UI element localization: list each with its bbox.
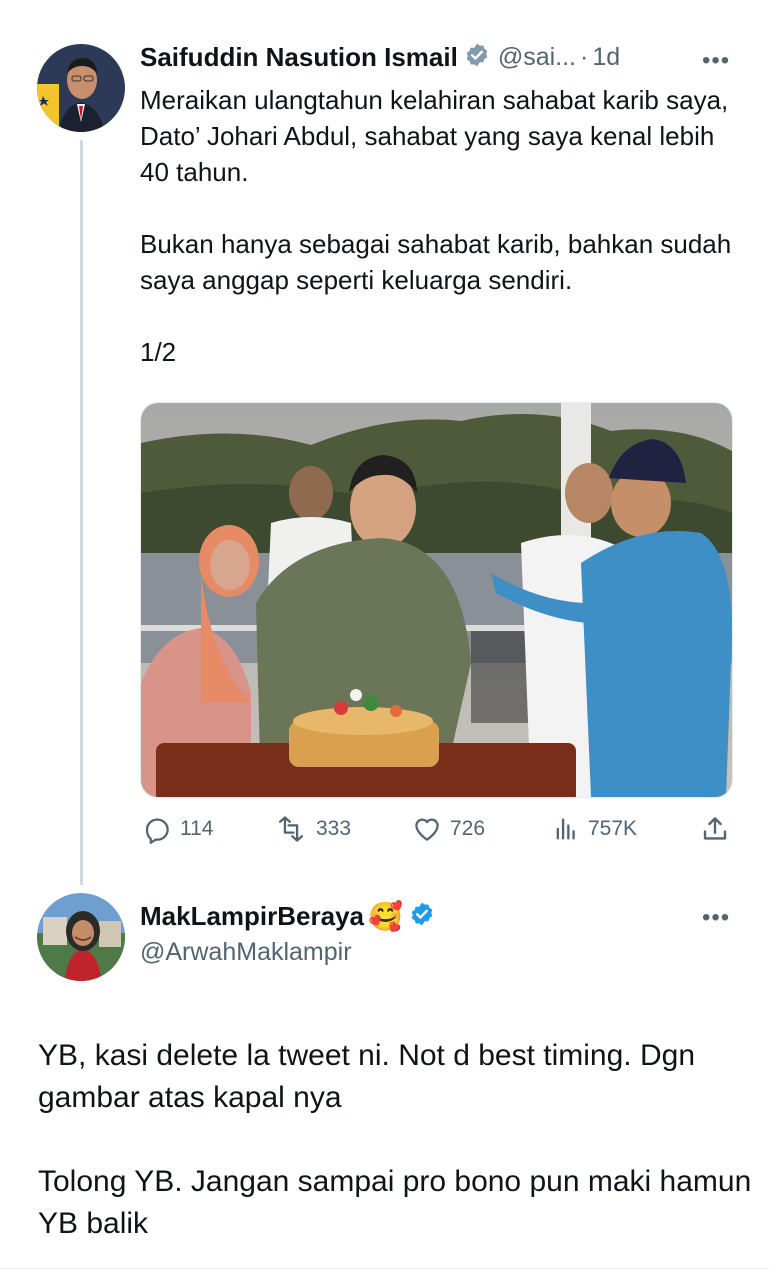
reply-display-name[interactable]: MakLampirBeraya xyxy=(140,901,364,932)
views-count: 757K xyxy=(588,817,638,840)
reply-icon xyxy=(145,818,169,844)
thread-connector-line xyxy=(80,140,83,885)
reply-header: MakLampirBeraya 🥰 xyxy=(140,900,435,933)
reply-text: YB, kasi delete la tweet ni. Not d best … xyxy=(38,1039,752,1240)
author-avatar[interactable] xyxy=(37,44,125,132)
reply-more-icon[interactable]: ••• xyxy=(702,904,730,932)
tweet-photo[interactable] xyxy=(140,402,733,798)
author-display-name[interactable]: Saifuddin Nasution Ismail xyxy=(140,42,458,73)
share-icon xyxy=(703,817,727,840)
like-button[interactable]: 726 xyxy=(412,814,485,844)
share-button[interactable] xyxy=(700,814,738,844)
tweet-timestamp[interactable]: 1d xyxy=(592,43,620,72)
reply-button[interactable]: 114 xyxy=(142,814,213,844)
views-icon xyxy=(556,818,575,840)
tweet-text: Meraikan ulangtahun kelahiran sahabat ka… xyxy=(140,85,732,367)
repost-count: 333 xyxy=(316,817,352,840)
separator-dot: · xyxy=(580,43,589,71)
smiling-hearts-emoji: 🥰 xyxy=(368,901,403,932)
reply-handle[interactable]: @ArwahMaklampir xyxy=(140,938,352,967)
repost-icon xyxy=(278,816,304,842)
more-icon[interactable]: ••• xyxy=(702,47,730,75)
like-icon xyxy=(415,818,439,841)
divider xyxy=(0,1268,769,1269)
tweet-actions: 114 333 726 757K xyxy=(140,810,740,850)
tweet-header: Saifuddin Nasution Ismail @sai... · 1d xyxy=(140,42,620,73)
verified-gray-icon xyxy=(464,42,490,73)
repost-button[interactable]: 333 xyxy=(274,814,351,844)
views-button[interactable]: 757K xyxy=(552,814,637,844)
like-count: 726 xyxy=(450,817,486,840)
verified-blue-icon xyxy=(409,901,435,932)
reply-count: 114 xyxy=(180,817,214,840)
reply-author-avatar[interactable] xyxy=(37,893,125,981)
author-handle[interactable]: @sai... xyxy=(498,43,576,72)
